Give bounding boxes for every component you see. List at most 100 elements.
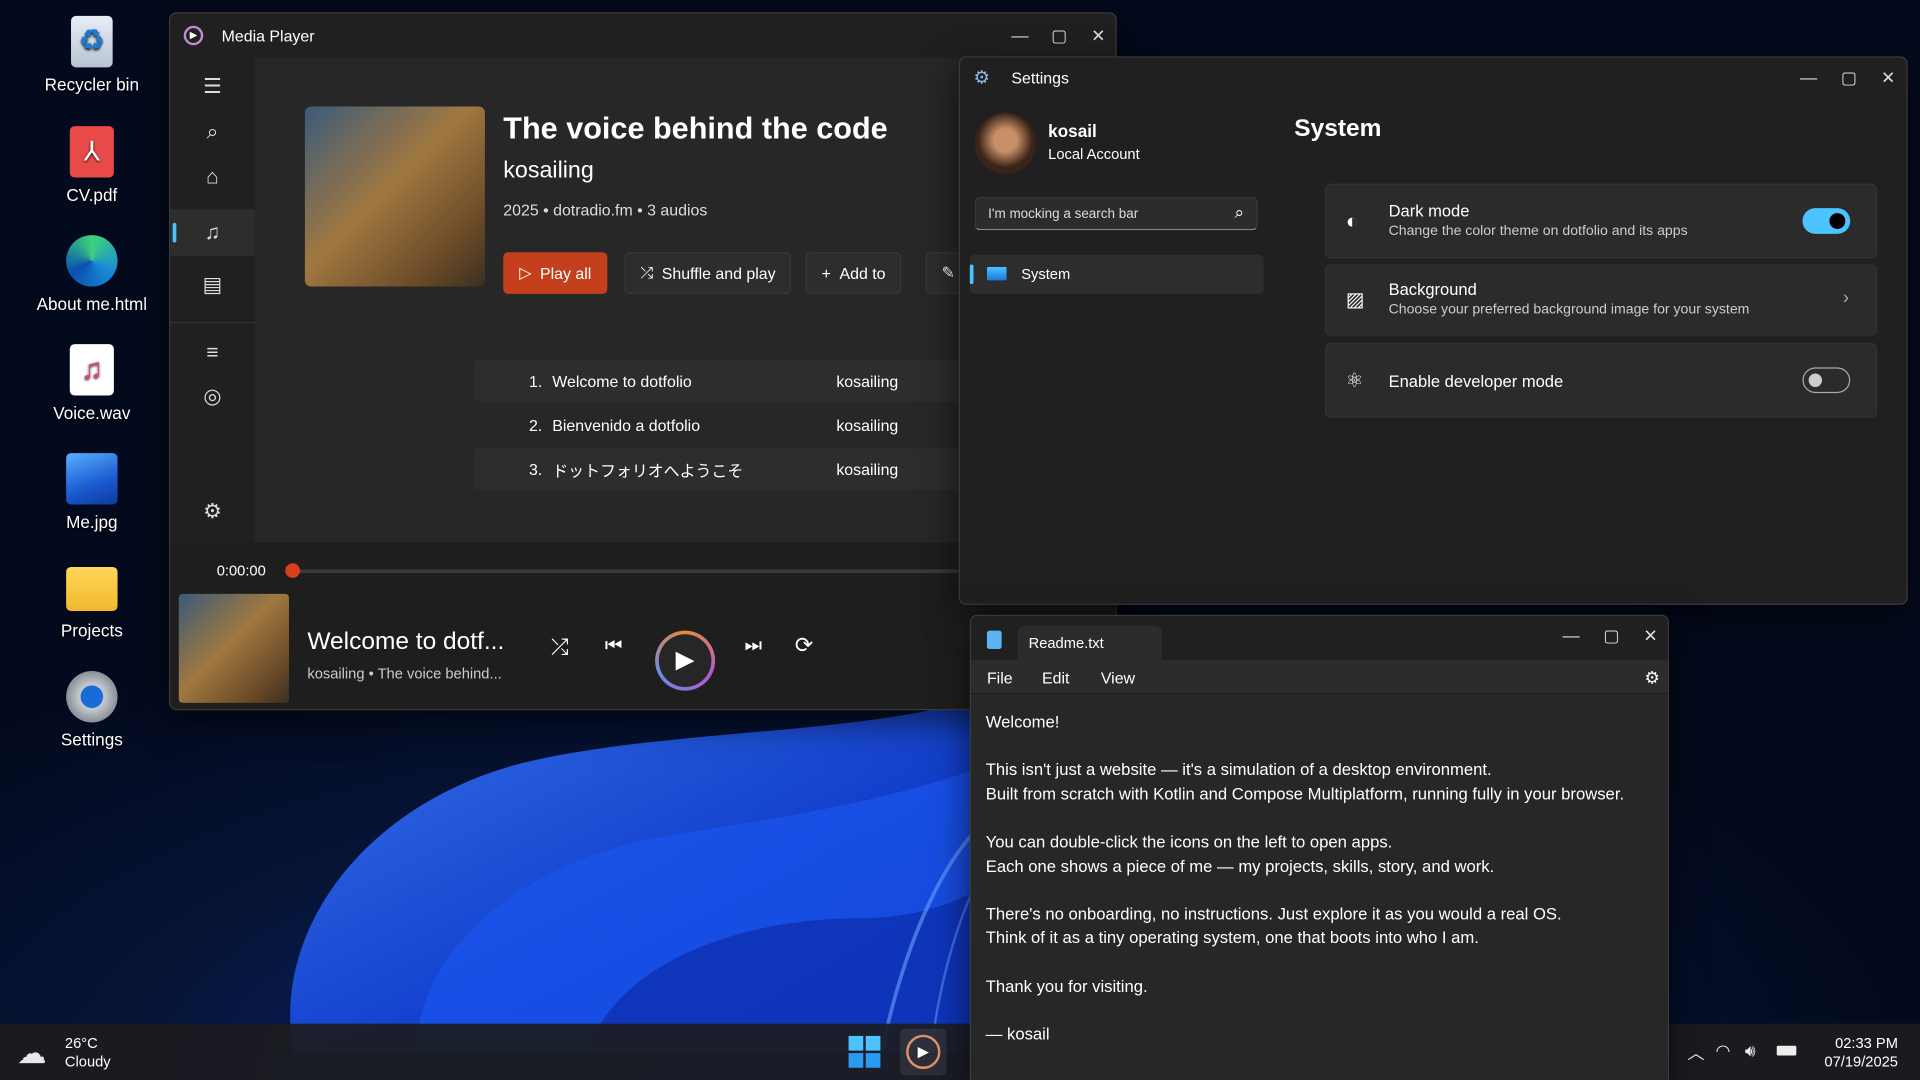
search-icon[interactable]: ⌕ <box>170 110 254 154</box>
album-title: The voice behind the code <box>503 111 888 146</box>
minimize-button[interactable]: — <box>1551 616 1590 655</box>
folder-icon <box>66 566 118 612</box>
track-artist: kosailing <box>836 371 899 391</box>
previous-track-icon[interactable]: ⏮ <box>605 636 623 658</box>
weather-condition[interactable]: Cloudy <box>65 1053 111 1070</box>
close-button[interactable]: ✕ <box>1631 616 1668 655</box>
elapsed-time: 0:00:00 <box>216 562 266 580</box>
media-player-icon: ▶ <box>906 1034 941 1069</box>
menu-bar: File Edit View ⚙ <box>971 660 1668 695</box>
search-input[interactable]: I'm mocking a search bar ⌕ <box>974 197 1258 231</box>
text-area[interactable]: Welcome! This isn't just a website — it's… <box>986 710 1656 1046</box>
play-pause-button[interactable]: ▶ <box>655 630 716 691</box>
settings-gear-icon: ⚙ <box>973 67 990 89</box>
home-icon[interactable]: ⌂ <box>170 156 254 200</box>
music-icon[interactable]: ♫ <box>170 209 255 256</box>
wallpaper-bloom <box>290 697 1005 1054</box>
play-icon: ▷ <box>519 263 532 282</box>
menu-icon[interactable]: ☰ <box>170 65 254 109</box>
track-num: 3. <box>528 459 543 479</box>
track-artist: kosailing <box>836 415 899 435</box>
shuffle-and-play-button[interactable]: ⤮ Shuffle and play <box>624 252 792 294</box>
text-line: Thank you for visiting. <box>985 976 1148 995</box>
desktop-icon-recycler-bin[interactable]: ♻ Recycler bin <box>24 15 159 94</box>
wifi-icon[interactable]: ◠ <box>1716 1041 1731 1062</box>
play-all-button[interactable]: ▷ Play all <box>503 252 608 294</box>
shuffle-icon[interactable]: ⤮ <box>551 634 569 660</box>
desktop: ♻ Recycler bin ⅄ CV.pdf About me.html ♫ Voi… <box>0 0 1920 1080</box>
card-subtitle: Choose your preferred background image f… <box>1388 302 1750 318</box>
clock-date[interactable]: 07/19/2025 <box>1824 1053 1898 1070</box>
minimize-button[interactable]: — <box>1789 58 1828 97</box>
repeat-icon[interactable]: ⟳ <box>795 633 813 659</box>
minimize-button[interactable]: — <box>1000 16 1039 55</box>
battery-icon[interactable] <box>1776 1045 1797 1056</box>
recycle-bin-icon: ♻ <box>71 15 113 68</box>
text-line: Each one shows a piece of me — my projec… <box>985 856 1495 875</box>
text-line: Think of it as a tiny operating system, … <box>985 928 1479 947</box>
menu-file[interactable]: File <box>987 669 1013 687</box>
play-all-label: Play all <box>540 263 592 283</box>
contrast-icon: ◐ <box>1345 209 1359 233</box>
film-icon[interactable]: ▤ <box>170 263 254 307</box>
shuffle-label: Shuffle and play <box>661 263 776 283</box>
settings-icon[interactable]: ⚙ <box>170 490 254 534</box>
maximize-button[interactable]: ▢ <box>1592 616 1631 655</box>
maximize-button[interactable]: ▢ <box>1829 58 1868 97</box>
progress-thumb[interactable] <box>285 563 301 578</box>
desktop-icon-about-me[interactable]: About me.html <box>24 235 159 313</box>
dark-mode-toggle[interactable] <box>1802 208 1851 234</box>
desktop-icon-me-jpg[interactable]: Me.jpg <box>24 453 159 531</box>
notepad-icon <box>986 630 1002 649</box>
text-line <box>986 806 1656 830</box>
album-artist[interactable]: kosailing <box>503 158 594 185</box>
card-title: Enable developer mode <box>1388 372 1564 391</box>
menu-view[interactable]: View <box>1101 669 1135 687</box>
text-line: You can double-click the icons on the le… <box>985 832 1393 851</box>
desktop-icon-projects[interactable]: Projects <box>24 562 159 640</box>
maximize-button[interactable]: ▢ <box>1040 16 1079 55</box>
text-line: This isn't just a website — it's a simul… <box>985 760 1492 780</box>
taskbar-media-player[interactable]: ▶ <box>900 1028 947 1076</box>
search-icon[interactable]: ⌕ <box>1234 202 1244 223</box>
clock-time[interactable]: 02:33 PM <box>1835 1035 1898 1052</box>
track-artist: kosailing <box>836 459 899 479</box>
chevron-up-icon[interactable]: ︿ <box>1687 1041 1704 1065</box>
nav-item-system[interactable]: System <box>969 254 1264 294</box>
start-button[interactable] <box>848 1035 881 1068</box>
now-playing-thumbnail <box>178 593 289 703</box>
weather-temp[interactable]: 26°C <box>65 1035 98 1052</box>
menu-edit[interactable]: Edit <box>1042 669 1069 687</box>
background-card[interactable]: ▨ Background Choose your preferred backg… <box>1324 264 1878 336</box>
text-line <box>986 950 1656 974</box>
volume-icon[interactable]: 🔊︎ <box>1745 1041 1756 1062</box>
atom-icon: ⚛ <box>1345 371 1364 392</box>
card-subtitle: Change the color theme on dotfolio and i… <box>1388 224 1688 239</box>
monitor-icon <box>986 266 1007 281</box>
text-line <box>986 998 1656 1022</box>
settings-gear-icon <box>66 671 118 723</box>
settings-icon[interactable]: ⚙ <box>1645 667 1660 688</box>
user-name: kosail <box>1048 121 1097 141</box>
desktop-icon-voice-wav[interactable]: ♫ Voice.wav <box>24 344 159 422</box>
disc-icon[interactable]: ◎ <box>170 375 254 419</box>
text-line: There's no onboarding, no instructions. … <box>985 904 1562 923</box>
add-to-button[interactable]: + Add to <box>805 252 902 294</box>
album-meta: 2025 • dotradio.fm • 3 audios <box>503 200 708 220</box>
close-button[interactable]: ✕ <box>1869 58 1907 97</box>
title-bar[interactable]: ▶ Media Player — ▢ ✕ <box>170 13 1116 58</box>
queue-icon[interactable]: ≡ <box>170 331 254 375</box>
audio-file-icon: ♫ <box>69 344 114 396</box>
card-title: Background <box>1388 280 1477 299</box>
tab-label: Readme.txt <box>1028 634 1104 652</box>
close-button[interactable]: ✕ <box>1079 16 1116 55</box>
desktop-icon-cv-pdf[interactable]: ⅄ CV.pdf <box>24 126 159 204</box>
developer-mode-toggle[interactable] <box>1802 367 1851 394</box>
desktop-icon-settings[interactable]: Settings <box>24 671 159 749</box>
nav-sidebar: ☰ ⌕ ⌂ ♫ ▤ ≡ ◎ ⚙ <box>170 57 255 543</box>
tab-readme[interactable]: Readme.txt <box>1017 625 1163 661</box>
now-playing-subtitle: kosailing • The voice behind... <box>307 664 502 683</box>
track-num: 2. <box>528 415 543 435</box>
window-title: Media Player <box>221 26 315 46</box>
next-track-icon[interactable]: ⏭ <box>744 636 762 658</box>
